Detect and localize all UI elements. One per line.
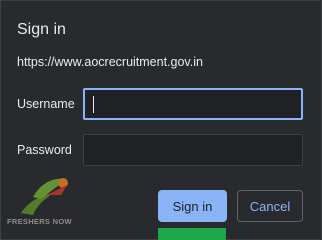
dialog-title: Sign in: [17, 21, 66, 38]
sign-in-button[interactable]: Sign in: [158, 190, 227, 222]
password-input[interactable]: [83, 134, 303, 166]
password-label: Password: [17, 143, 72, 157]
text-caret: [93, 96, 94, 113]
username-input[interactable]: [83, 88, 303, 120]
username-label: Username: [17, 97, 75, 111]
sign-in-dialog: Sign in https://www.aocrecruitment.gov.i…: [0, 0, 322, 240]
background-green-strip: [158, 228, 226, 240]
watermark-logo-icon: [21, 178, 68, 215]
site-url: https://www.aocrecruitment.gov.in: [17, 55, 203, 69]
cancel-button[interactable]: Cancel: [237, 190, 303, 222]
freshers-now-watermark: FRESHERS NOW: [7, 173, 77, 235]
watermark-text: FRESHERS NOW: [7, 217, 72, 226]
